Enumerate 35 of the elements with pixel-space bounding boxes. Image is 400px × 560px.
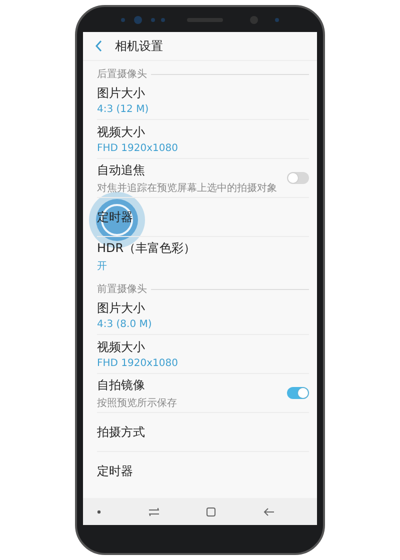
settings-item[interactable]: 视频大小 FHD 1920x1080 [97,120,309,159]
item-description: 对焦并追踪在预览屏幕上选中的拍摄对象 [97,182,278,194]
item-title: 拍摄方式 [97,424,146,440]
item-title: HDR（丰富色彩） [97,240,197,257]
item-description: 按照预览所示保存 [97,396,178,410]
item-value: FHD 1920x1080 [97,143,179,154]
back-icon[interactable] [95,40,103,52]
back-arrow-icon[interactable] [262,506,275,516]
settings-item[interactable]: 拍摄方式 [97,413,309,452]
item-title: 自动追焦 [97,162,146,178]
item-title: 自拍镜像 [97,376,146,394]
section-header: 后置摄像头 [97,68,147,81]
settings-item[interactable]: HDR（丰富色彩） 开 [97,237,309,276]
settings-item[interactable]: 定时器 [97,452,309,491]
settings-item[interactable]: 图片大小 4:3 (12 M) [97,81,309,120]
settings-item[interactable]: 自拍镜像 按照预览所示保存 [97,374,309,413]
home-icon[interactable] [206,506,216,516]
section-header: 前置摄像头 [97,282,147,296]
item-value: 4:3 (12 M) [97,104,150,115]
settings-item[interactable]: 图片大小 4:3 (8.0 M) [97,296,309,335]
screen-title: 相机设置 [115,38,163,54]
toggle-switch[interactable] [287,387,309,399]
item-title: 视频大小 [97,124,146,141]
item-title: 图片大小 [97,85,146,102]
recent-apps-icon[interactable] [148,506,160,516]
item-title: 图片大小 [97,300,146,317]
settings-item[interactable]: 自动追焦 对焦并追踪在预览屏幕上选中的拍摄对象 [97,159,309,198]
item-title: 视频大小 [97,339,146,356]
settings-item[interactable]: 视频大小 FHD 1920x1080 [97,335,309,374]
toggle-switch[interactable] [287,172,309,184]
item-value: 开 [97,260,108,273]
item-value: 4:3 (8.0 M) [97,319,153,330]
item-value: FHD 1920x1080 [97,358,179,369]
item-title: 定时器 [97,463,134,480]
dot-icon [97,510,101,514]
